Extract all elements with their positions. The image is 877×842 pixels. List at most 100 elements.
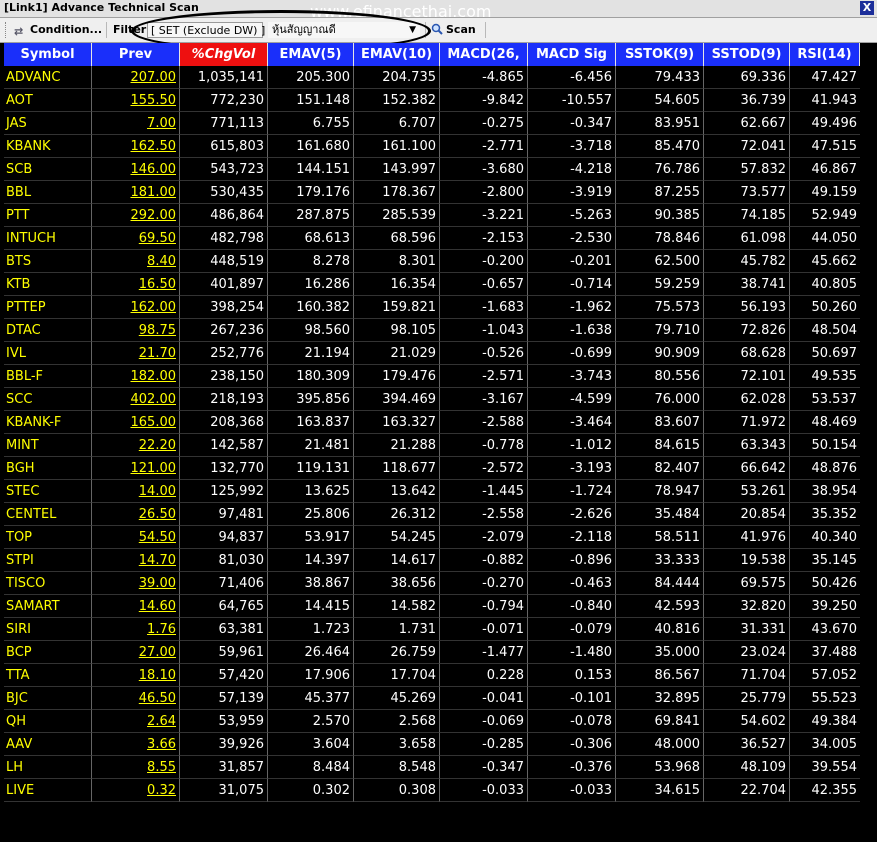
condition-button[interactable]: ⇄ Condition... [14,21,102,39]
table-row[interactable]: KBANK 162.50 615,803 161.680 161.100 -2.771 -3… [4,135,876,158]
cell-symbol[interactable]: IVL [4,342,92,365]
table-row[interactable]: QH 2.64 53,959 2.570 2.568 -0.069 -0.078 69.841… [4,710,876,733]
filter-value-field[interactable]: [ SET (Exclude DW) ] [147,22,265,38]
prev-price-link[interactable]: 165.00 [92,411,180,434]
cell-symbol[interactable]: LIVE [4,779,92,802]
prev-price-link[interactable]: 181.00 [92,181,180,204]
cell-symbol[interactable]: BBL [4,181,92,204]
prev-price-link[interactable]: 402.00 [92,388,180,411]
column-header-macd[interactable]: MACD(26, [440,43,528,66]
prev-price-link[interactable]: 292.00 [92,204,180,227]
column-header-sstok[interactable]: SSTOK(9) [616,43,704,66]
cell-symbol[interactable]: BGH [4,457,92,480]
column-header-prev[interactable]: Prev [92,43,180,66]
prev-price-link[interactable]: 14.70 [92,549,180,572]
table-row[interactable]: KTB 16.50 401,897 16.286 16.354 -0.657 -0.714 5… [4,273,876,296]
table-row[interactable]: SIRI 1.76 63,381 1.723 1.731 -0.071 -0.079 40.8… [4,618,876,641]
prev-price-link[interactable]: 121.00 [92,457,180,480]
cell-symbol[interactable]: PTT [4,204,92,227]
cell-symbol[interactable]: TOP [4,526,92,549]
prev-price-link[interactable]: 14.60 [92,595,180,618]
prev-price-link[interactable]: 8.40 [92,250,180,273]
cell-symbol[interactable]: KBANK-F [4,411,92,434]
table-row[interactable]: LIVE 0.32 31,075 0.302 0.308 -0.033 -0.033 34.6… [4,779,876,802]
prev-price-link[interactable]: 16.50 [92,273,180,296]
table-row[interactable]: BBL-F 182.00 238,150 180.309 179.476 -2.571 -3… [4,365,876,388]
table-row[interactable]: KBANK-F 165.00 208,368 163.837 163.327 -2.588… [4,411,876,434]
cell-symbol[interactable]: KBANK [4,135,92,158]
cell-symbol[interactable]: ADVANC [4,66,92,89]
prev-price-link[interactable]: 21.70 [92,342,180,365]
cell-symbol[interactable]: TISCO [4,572,92,595]
table-row[interactable]: PTTEP 162.00 398,254 160.382 159.821 -1.683 -1… [4,296,876,319]
close-button[interactable]: X [860,1,874,15]
cell-symbol[interactable]: SCC [4,388,92,411]
prev-price-link[interactable]: 8.55 [92,756,180,779]
prev-price-link[interactable]: 207.00 [92,66,180,89]
prev-price-link[interactable]: 39.00 [92,572,180,595]
column-header-macd-sig[interactable]: MACD Sig [528,43,616,66]
cell-symbol[interactable]: AOT [4,89,92,112]
table-row[interactable]: JAS 7.00 771,113 6.755 6.707 -0.275 -0.347 83.9… [4,112,876,135]
prev-price-link[interactable]: 69.50 [92,227,180,250]
column-header-chg-vol[interactable]: %ChgVol [180,43,268,66]
prev-price-link[interactable]: 14.00 [92,480,180,503]
prev-price-link[interactable]: 18.10 [92,664,180,687]
table-row[interactable]: IVL 21.70 252,776 21.194 21.029 -0.526 -0.699 9… [4,342,876,365]
cell-symbol[interactable]: PTTEP [4,296,92,319]
table-row[interactable]: DTAC 98.75 267,236 98.560 98.105 -1.043 -1.638… [4,319,876,342]
cell-symbol[interactable]: SCB [4,158,92,181]
prev-price-link[interactable]: 155.50 [92,89,180,112]
table-row[interactable]: BBL 181.00 530,435 179.176 178.367 -2.800 -3.9… [4,181,876,204]
cell-symbol[interactable]: BCP [4,641,92,664]
table-row[interactable]: BJC 46.50 57,139 45.377 45.269 -0.041 -0.101 32… [4,687,876,710]
prev-price-link[interactable]: 54.50 [92,526,180,549]
table-row[interactable]: BGH 121.00 132,770 119.131 118.677 -2.572 -3.1… [4,457,876,480]
table-row[interactable]: BCP 27.00 59,961 26.464 26.759 -1.477 -1.480 35… [4,641,876,664]
prev-price-link[interactable]: 26.50 [92,503,180,526]
prev-price-link[interactable]: 98.75 [92,319,180,342]
prev-price-link[interactable]: 162.50 [92,135,180,158]
scan-button[interactable]: Scan [431,21,476,39]
cell-symbol[interactable]: DTAC [4,319,92,342]
prev-price-link[interactable]: 7.00 [92,112,180,135]
table-row[interactable]: STEC 14.00 125,992 13.625 13.642 -1.445 -1.724… [4,480,876,503]
table-row[interactable]: TTA 18.10 57,420 17.906 17.704 0.228 0.153 86.5… [4,664,876,687]
cell-symbol[interactable]: BTS [4,250,92,273]
cell-symbol[interactable]: STPI [4,549,92,572]
prev-price-link[interactable]: 182.00 [92,365,180,388]
cell-symbol[interactable]: TTA [4,664,92,687]
prev-price-link[interactable]: 3.66 [92,733,180,756]
cell-symbol[interactable]: STEC [4,480,92,503]
table-row[interactable]: SCC 402.00 218,193 395.856 394.469 -3.167 -4.5… [4,388,876,411]
table-row[interactable]: TOP 54.50 94,837 53.917 54.245 -2.079 -2.118 58… [4,526,876,549]
table-row[interactable]: INTUCH 69.50 482,798 68.613 68.596 -2.153 -2.5… [4,227,876,250]
table-row[interactable]: SAMART 14.60 64,765 14.415 14.582 -0.794 -0.84… [4,595,876,618]
table-row[interactable]: CENTEL 26.50 97,481 25.806 26.312 -2.558 -2.62… [4,503,876,526]
cell-symbol[interactable]: CENTEL [4,503,92,526]
table-row[interactable]: PTT 292.00 486,864 287.875 285.539 -3.221 -5.2… [4,204,876,227]
cell-symbol[interactable]: QH [4,710,92,733]
table-row[interactable]: ADVANC 207.00 1,035,141 205.300 204.735 -4.86… [4,66,876,89]
column-header-emav10[interactable]: EMAV(10) [354,43,440,66]
table-row[interactable]: STPI 14.70 81,030 14.397 14.617 -0.882 -0.896 3… [4,549,876,572]
table-row[interactable]: AAV 3.66 39,926 3.604 3.658 -0.285 -0.306 48.00… [4,733,876,756]
prev-price-link[interactable]: 1.76 [92,618,180,641]
cell-symbol[interactable]: JAS [4,112,92,135]
table-row[interactable]: BTS 8.40 448,519 8.278 8.301 -0.200 -0.201 62.5… [4,250,876,273]
table-row[interactable]: LH 8.55 31,857 8.484 8.548 -0.347 -0.376 53.968… [4,756,876,779]
table-row[interactable]: TISCO 39.00 71,406 38.867 38.656 -0.270 -0.463… [4,572,876,595]
column-header-sstod[interactable]: SSTOD(9) [704,43,790,66]
cell-symbol[interactable]: MINT [4,434,92,457]
table-row[interactable]: AOT 155.50 772,230 151.148 152.382 -9.842 -10.… [4,89,876,112]
cell-symbol[interactable]: AAV [4,733,92,756]
prev-price-link[interactable]: 22.20 [92,434,180,457]
cell-symbol[interactable]: SAMART [4,595,92,618]
toolbar-grip[interactable] [5,22,9,38]
prev-price-link[interactable]: 27.00 [92,641,180,664]
cell-symbol[interactable]: BBL-F [4,365,92,388]
column-header-emav5[interactable]: EMAV(5) [268,43,354,66]
table-row[interactable]: SCB 146.00 543,723 144.151 143.997 -3.680 -4.2… [4,158,876,181]
prev-price-link[interactable]: 46.50 [92,687,180,710]
prev-price-link[interactable]: 162.00 [92,296,180,319]
